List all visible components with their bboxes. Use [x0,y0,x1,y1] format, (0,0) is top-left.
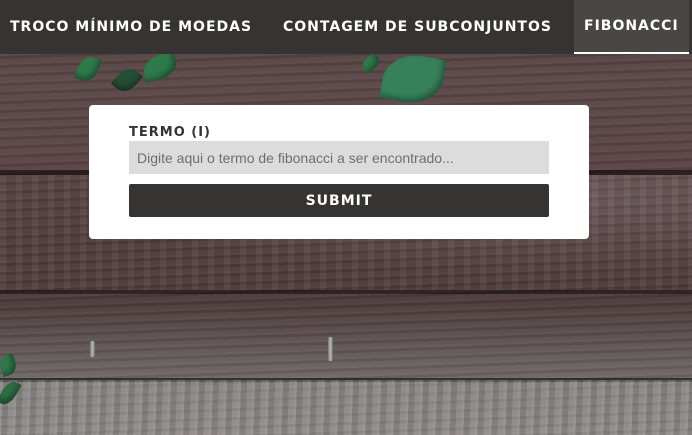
top-navbar: TROCO MÍNIMO DE MOEDAS CONTAGEM DE SUBCO… [0,0,692,54]
nav-item-contagem-subconjuntos[interactable]: CONTAGEM DE SUBCONJUNTOS [283,0,574,54]
submit-button[interactable]: SUBMIT [129,184,549,217]
nail-decoration [90,341,95,357]
termo-label: TERMO (I) [129,125,211,140]
nail-decoration [328,337,333,361]
termo-input[interactable] [129,141,549,174]
nav-item-troco-minimo[interactable]: TROCO MÍNIMO DE MOEDAS [0,0,283,54]
nav-item-fibonacci[interactable]: FIBONACCI [574,0,689,54]
fibonacci-form-card: TERMO (I) SUBMIT [89,105,589,239]
